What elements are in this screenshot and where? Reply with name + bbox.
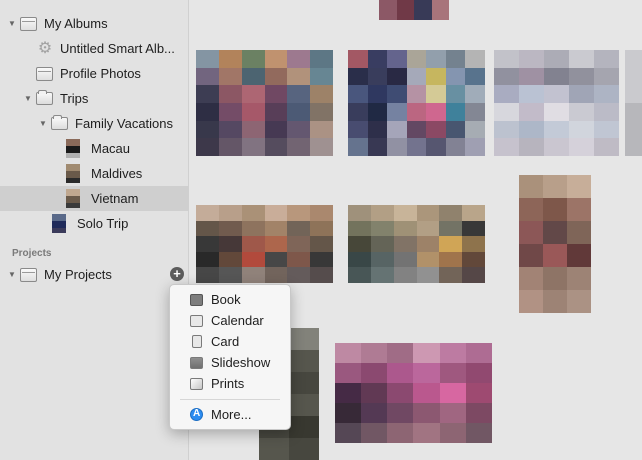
create-project-menu: Book Calendar Card Slideshow Prints More… <box>169 284 291 430</box>
sidebar-item-label: Solo Trip <box>77 216 129 231</box>
album-thumbnail <box>66 189 80 208</box>
add-project-button[interactable]: + <box>170 267 184 281</box>
menu-item-label: Prints <box>211 376 245 391</box>
card-icon <box>192 335 202 348</box>
slideshow-icon <box>190 356 203 369</box>
sidebar-item-trips[interactable]: ▼ Trips <box>0 86 189 111</box>
menu-item-slideshow[interactable]: Slideshow <box>170 352 290 373</box>
menu-item-label: Card <box>211 334 240 349</box>
sidebar-item-label: Trips <box>60 91 89 106</box>
menu-item-card[interactable]: Card <box>170 331 290 352</box>
photo-tile[interactable] <box>348 205 485 283</box>
menu-item-label: Calendar <box>211 313 264 328</box>
sidebar-item-family-vacations[interactable]: ▼ Family Vacations <box>0 111 189 136</box>
app-store-icon <box>190 408 203 421</box>
book-icon <box>190 293 203 306</box>
folder-icon <box>36 90 53 105</box>
menu-item-calendar[interactable]: Calendar <box>170 310 290 331</box>
menu-separator <box>180 399 280 400</box>
disclosure-triangle-icon[interactable]: ▼ <box>23 94 33 103</box>
photo-tile[interactable] <box>348 50 485 156</box>
sidebar-item-label: My Projects <box>44 267 112 282</box>
albums-folder-icon <box>20 16 37 31</box>
disclosure-triangle-icon[interactable]: ▼ <box>7 19 17 28</box>
photo-tile[interactable] <box>196 205 333 283</box>
projects-folder-icon <box>20 267 37 282</box>
menu-item-label: More... <box>211 407 252 422</box>
prints-icon <box>190 377 203 390</box>
gear-icon: ⚙ <box>37 39 53 57</box>
sidebar-item-vietnam[interactable]: Vietnam <box>0 186 189 211</box>
sidebar-item-label: Maldives <box>91 166 143 181</box>
album-thumbnail <box>52 214 66 233</box>
sidebar-item-smart-album[interactable]: ⚙ Untitled Smart Alb... <box>0 36 189 61</box>
disclosure-triangle-icon[interactable]: ▼ <box>38 119 48 128</box>
sidebar-item-label: Macau <box>91 141 131 156</box>
photo-tile[interactable] <box>494 50 619 156</box>
album-icon <box>36 66 53 81</box>
photo-tile[interactable] <box>196 50 333 156</box>
sidebar-item-label: Family Vacations <box>75 116 174 131</box>
photo-tile[interactable] <box>519 175 591 313</box>
menu-item-label: Slideshow <box>211 355 271 370</box>
folder-icon <box>51 115 68 130</box>
disclosure-triangle-icon[interactable]: ▼ <box>7 270 17 279</box>
sidebar-item-label: Vietnam <box>91 191 139 206</box>
sidebar-item-profile-photos[interactable]: Profile Photos <box>0 61 189 86</box>
menu-item-book[interactable]: Book <box>170 289 290 310</box>
sidebar-item-my-projects[interactable]: ▼ My Projects <box>0 262 189 287</box>
sidebar-item-my-albums[interactable]: ▼ My Albums <box>0 11 189 36</box>
album-thumbnail <box>66 139 80 158</box>
projects-section-header: Projects <box>12 248 52 259</box>
sidebar-item-solo-trip[interactable]: Solo Trip <box>0 211 189 236</box>
sidebar-item-maldives[interactable]: Maldives <box>0 161 189 186</box>
menu-item-label: Book <box>211 292 241 307</box>
photo-tile[interactable] <box>379 0 449 20</box>
sidebar: ▼ My Albums ⚙ Untitled Smart Alb... Prof… <box>0 0 189 460</box>
album-thumbnail <box>66 164 80 183</box>
photo-tile[interactable] <box>625 50 642 156</box>
sidebar-item-label: Profile Photos <box>60 66 141 81</box>
menu-item-more[interactable]: More... <box>170 404 290 425</box>
sidebar-item-label: My Albums <box>44 16 108 31</box>
menu-item-prints[interactable]: Prints <box>170 373 290 394</box>
sidebar-item-label: Untitled Smart Alb... <box>60 41 175 56</box>
calendar-icon <box>190 314 203 327</box>
photo-tile[interactable] <box>335 343 492 443</box>
sidebar-item-macau[interactable]: Macau <box>0 136 189 161</box>
